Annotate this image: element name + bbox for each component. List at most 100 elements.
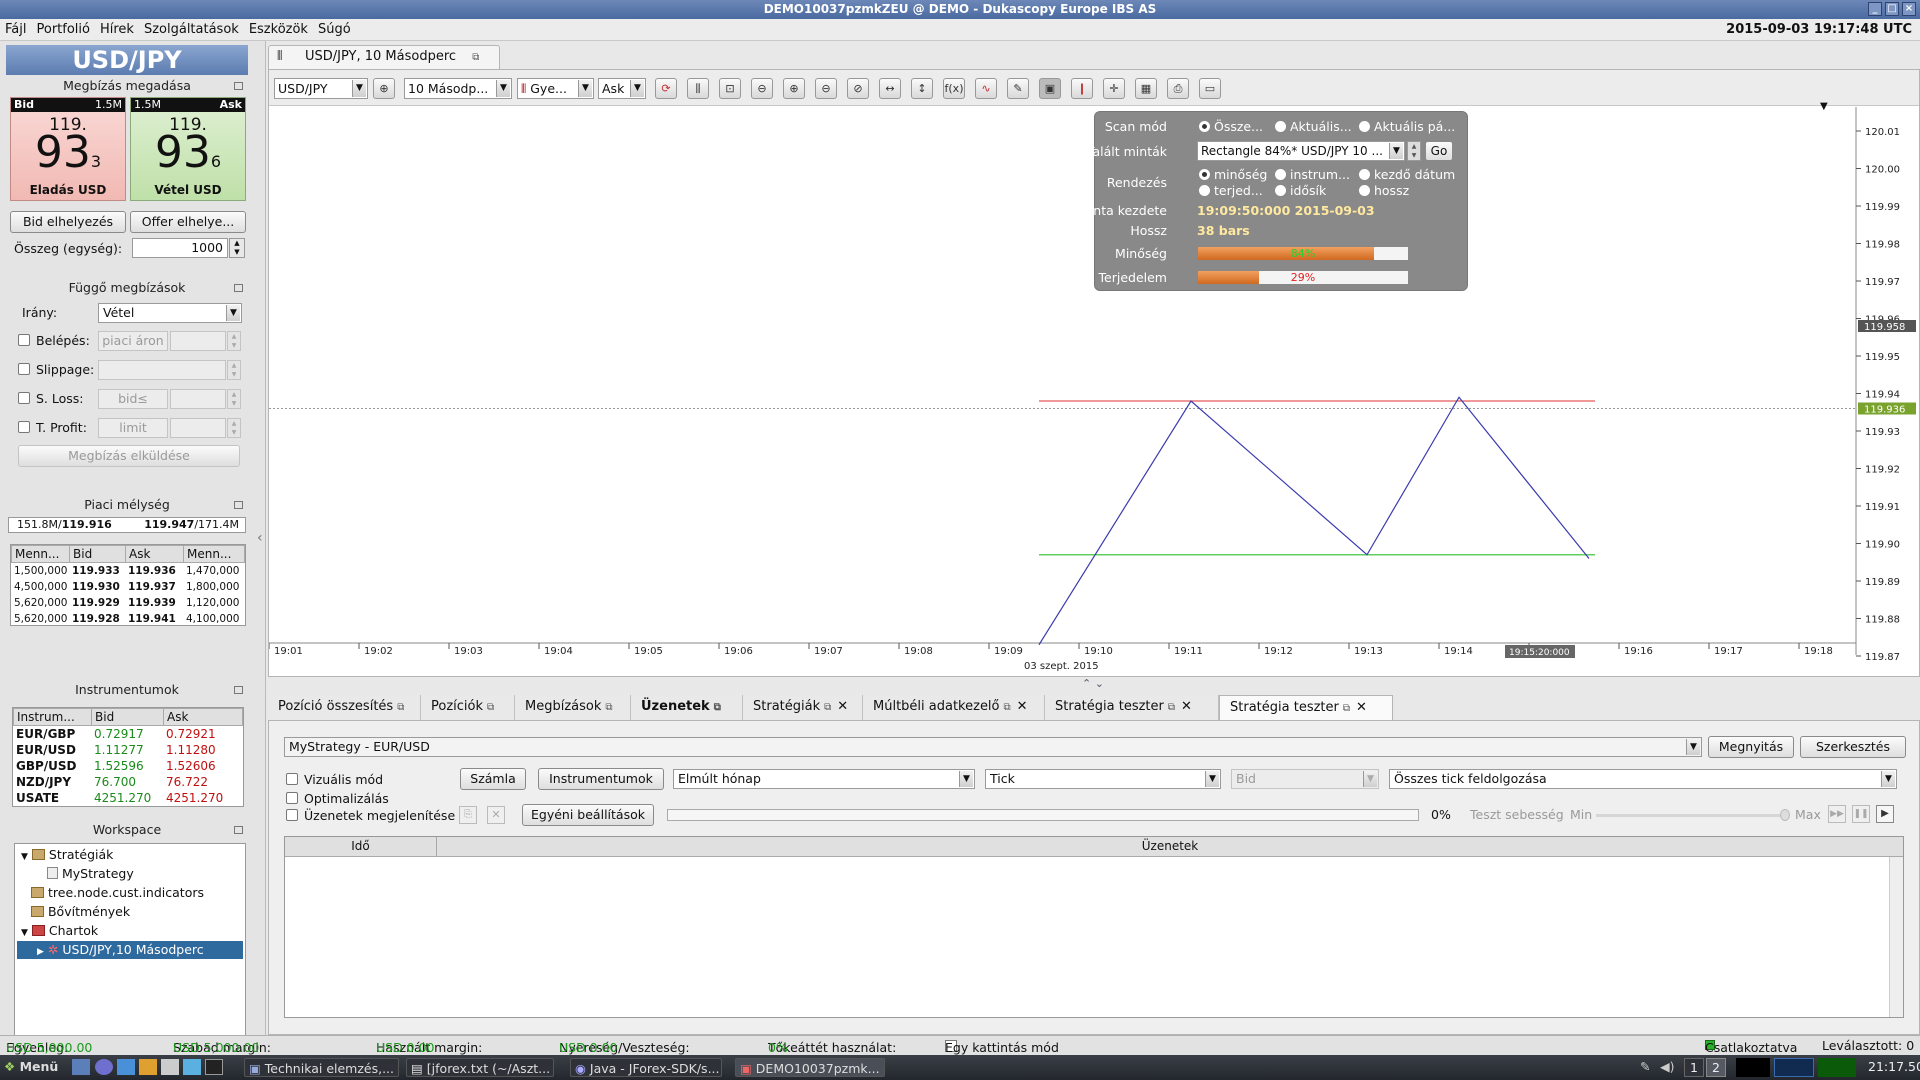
speed-slider[interactable] (1596, 814, 1786, 817)
show-messages-checkbox[interactable] (286, 809, 298, 821)
console-icon[interactable] (205, 1059, 223, 1075)
open-button[interactable]: Megnyitás (1708, 736, 1794, 758)
fast-forward-icon[interactable]: ▶▶ (1828, 805, 1846, 823)
start-menu[interactable]: ❖ Menü (4, 1059, 58, 1074)
menu-services[interactable]: Szolgáltatások (139, 19, 244, 41)
depth-row[interactable]: 1,500,000 119.933 119.936 1,470,000 (11, 563, 245, 579)
close-icon[interactable]: × (1902, 2, 1916, 16)
sort-length[interactable]: hossz (1359, 183, 1409, 198)
collapse-sidebar-icon[interactable]: ‹ (257, 530, 263, 546)
chart-period-select[interactable]: 10 Másodp... ▼ (404, 78, 512, 99)
chart-style-select[interactable]: ⫴ Gye... ▼ (517, 78, 594, 99)
crosshair-icon[interactable]: ✛ (1103, 78, 1125, 99)
split-resize-icon[interactable]: ⌃ ⌄ (1082, 677, 1104, 690)
tree-plugins[interactable]: Bővítmények (31, 904, 130, 919)
period-select[interactable]: Elmúlt hónap ▼ (673, 769, 975, 789)
take-profit-input[interactable] (170, 418, 226, 438)
instrument-row[interactable]: EUR/USD 1.11277 1.11280 (13, 742, 243, 758)
minimize-panel-icon[interactable] (234, 826, 243, 834)
scan-mode-all[interactable]: Össze... (1199, 119, 1263, 134)
entry-type[interactable]: piaci áron (98, 331, 168, 351)
calc-icon[interactable] (161, 1059, 179, 1075)
tab-position-summary[interactable]: Pozíció összesítés ⧉ (268, 695, 421, 720)
instruments-button[interactable]: Instrumentumok (538, 768, 664, 790)
speed-slider-handle[interactable] (1780, 809, 1790, 821)
chart-side-select[interactable]: Ask ▼ (598, 78, 646, 99)
instr-col-name[interactable]: Instrum... (14, 709, 92, 725)
tab-strategies[interactable]: Stratégiák ⧉ ✕ (743, 695, 863, 720)
depth-col-bid[interactable]: Bid (70, 546, 126, 562)
lock-icon[interactable]: ⊡ (719, 78, 741, 99)
terminal-icon[interactable] (117, 1059, 135, 1075)
zoom-out-icon[interactable]: ⊖ (751, 78, 773, 99)
entry-stepper[interactable]: ▲ ▼ (227, 331, 241, 351)
amount-input[interactable]: 1000 (132, 238, 228, 258)
tab-orders[interactable]: Megbízások ⧉ (515, 695, 631, 720)
pattern-recognition-icon[interactable]: ▣ (1039, 78, 1061, 99)
tree-mystrategy[interactable]: MyStrategy (47, 866, 134, 881)
zoom-fit-icon[interactable]: ⊘ (847, 78, 869, 99)
chart-menu-icon[interactable]: ▼ (1820, 101, 1828, 112)
chart-tab[interactable]: ⫴ USD/JPY, 10 Másodperc ⧉ ✕ (268, 45, 500, 87)
minimize-panel-icon[interactable] (234, 501, 243, 509)
save-template-icon[interactable]: ⎙ (1167, 78, 1189, 99)
strategy-select[interactable]: MyStrategy - EUR/USD ▼ (284, 737, 1702, 757)
take-profit-type[interactable]: limit (98, 418, 168, 438)
account-button[interactable]: Számla (460, 768, 526, 790)
layout-icon[interactable]: ▭ (1199, 78, 1221, 99)
data-type-select[interactable]: Tick ▼ (985, 769, 1221, 789)
fit-horizontal-icon[interactable]: ↔ (879, 78, 901, 99)
instrument-picker-icon[interactable]: ⊕ (373, 78, 395, 99)
slippage-input[interactable] (98, 360, 226, 380)
depth-col-qty-bid[interactable]: Menn... (12, 546, 70, 562)
tree-indicators[interactable]: tree.node.cust.indicators (31, 885, 204, 900)
stop-loss-checkbox[interactable] (18, 392, 30, 404)
sort-instrument[interactable]: instrum... (1275, 167, 1350, 182)
price-side-select[interactable]: Bid ▼ (1231, 769, 1379, 789)
fit-vertical-icon[interactable]: ↕ (911, 78, 933, 99)
scan-mode-current-pair[interactable]: Aktuális pá... (1359, 119, 1455, 134)
entry-checkbox[interactable] (18, 334, 30, 346)
tree-strategies[interactable]: ▼ Stratégiák (21, 847, 113, 862)
depth-row[interactable]: 4,500,000 119.930 119.937 1,800,000 (11, 579, 245, 595)
copy-icon[interactable]: ⎘ (459, 806, 477, 824)
files-icon[interactable] (139, 1059, 157, 1075)
browser-icon[interactable] (95, 1059, 113, 1075)
minimize-panel-icon[interactable] (234, 284, 243, 292)
depth-row[interactable]: 5,620,000 119.928 119.941 4,100,000 (11, 611, 245, 625)
go-button[interactable]: Go (1425, 141, 1453, 161)
messages-scrollbar[interactable] (1889, 857, 1903, 1017)
show-desktop-icon[interactable] (72, 1059, 90, 1075)
task-technical-analysis[interactable]: ▣ Technikai elemzés,... (244, 1058, 399, 1077)
offer-place-button[interactable]: Offer elhelye... (130, 211, 246, 233)
depth-col-ask[interactable]: Ask (126, 546, 184, 562)
task-jforex-txt[interactable]: ▤ [jforex.txt (~/Aszt... (406, 1058, 554, 1077)
task-java-ide[interactable]: ◉ Java - JForex-SDK/s... (570, 1058, 722, 1077)
menu-file[interactable]: Fájl (0, 19, 31, 41)
optimize-checkbox[interactable] (286, 792, 298, 804)
custom-settings-button[interactable]: Egyéni beállítások (522, 804, 654, 826)
bid-price-box[interactable]: Bid 1.5M 119. 933 Eladás USD (10, 97, 126, 201)
ask-price-box[interactable]: 1.5M Ask 119. 936 Vétel USD (130, 97, 246, 201)
task-jforex-demo[interactable]: ▣ DEMO10037pzmk... (735, 1058, 885, 1077)
minimize-panel-icon[interactable] (234, 82, 243, 90)
amount-stepper[interactable]: ▲ ▼ (229, 238, 245, 258)
pause-icon[interactable]: ❚❚ (1852, 805, 1870, 823)
stop-loss-stepper[interactable]: ▲ ▼ (227, 389, 241, 409)
menu-tools[interactable]: Eszközök (244, 19, 313, 41)
workspace-1[interactable]: 1 (1684, 1058, 1704, 1077)
instr-col-ask[interactable]: Ask (164, 709, 234, 725)
chart-instrument-select[interactable]: USD/JPY ▼ (274, 78, 368, 99)
maximize-icon[interactable]: □ (1885, 2, 1899, 16)
instrument-row[interactable]: NZD/JPY 76.700 76.722 (13, 774, 243, 790)
take-profit-checkbox[interactable] (18, 421, 30, 433)
menu-help[interactable]: Súgó (313, 19, 356, 41)
found-patterns-select[interactable]: Rectangle 84%* USD/JPY 10 ... ▼ (1197, 141, 1405, 161)
grid-icon[interactable]: ▦ (1135, 78, 1157, 99)
bid-place-button[interactable]: Bid elhelyezés (10, 211, 126, 233)
zoom-out-x-icon[interactable]: ⊖ (815, 78, 837, 99)
instrument-row[interactable]: GBP/USD 1.52596 1.52606 (13, 758, 243, 774)
drawing-tools-icon[interactable]: ✎ (1007, 78, 1029, 99)
instrument-row[interactable]: EUR/GBP 0.72917 0.72921 (13, 726, 243, 742)
network-icon[interactable] (183, 1059, 201, 1075)
